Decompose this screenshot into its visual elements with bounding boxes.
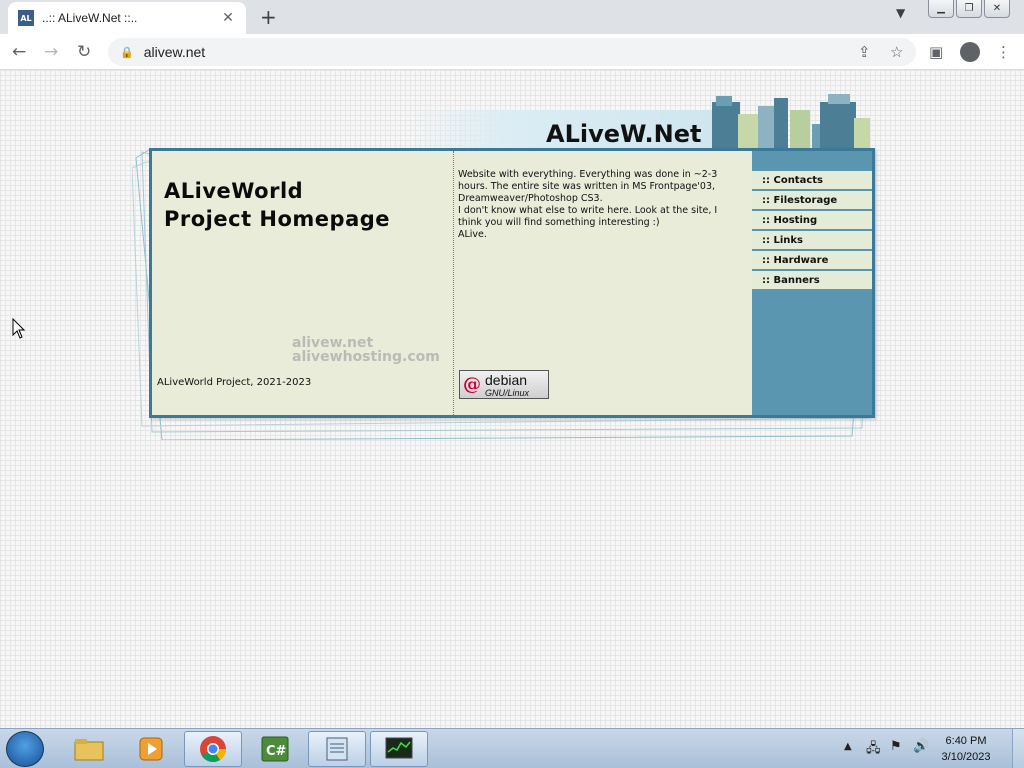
menu-item-filestorage[interactable]: :: Filestorage xyxy=(752,191,872,211)
menu-item-hardware[interactable]: :: Hardware xyxy=(752,251,872,271)
site-logo-title: ALiveW.Net xyxy=(546,120,702,148)
media-player-icon[interactable] xyxy=(122,731,180,767)
heading-line-2: Project Homepage xyxy=(164,207,391,231)
bookmark-star-icon[interactable]: ☆ xyxy=(890,38,903,66)
clock-time: 6:40 PM xyxy=(945,735,987,747)
explorer-folder-icon[interactable] xyxy=(60,731,118,767)
menu-item-contacts[interactable]: :: Contacts xyxy=(752,171,872,191)
clock-date: 3/10/2023 xyxy=(941,751,991,763)
debian-swirl-icon: @ xyxy=(463,374,481,395)
tab-title: ..:: ALiveW.Net ::.. xyxy=(42,11,138,25)
description-line: hours. The entire site was written in MS… xyxy=(458,181,716,192)
tray-expand-icon[interactable]: ▲ xyxy=(844,741,852,752)
svg-text:C#: C# xyxy=(266,744,287,759)
debian-text: debian GNU/Linux xyxy=(485,372,529,398)
description-line: Website with everything. Everything was … xyxy=(458,169,718,180)
action-center-flag-icon[interactable]: ⚑ xyxy=(890,739,902,754)
new-tab-button[interactable]: + xyxy=(260,5,277,29)
menu-item-banners[interactable]: :: Banners xyxy=(752,271,872,291)
site-favicon-icon: AL xyxy=(18,10,34,26)
description-column: Website with everything. Everything was … xyxy=(454,151,752,415)
nav-menu: :: Contacts :: Filestorage :: Hosting ::… xyxy=(752,171,872,291)
main-panel: ALiveWorld Project Homepage alivew.net a… xyxy=(149,148,875,418)
network-icon[interactable]: 🖧 xyxy=(866,739,881,761)
tab-search-chevron-icon[interactable]: ▼ xyxy=(896,6,905,20)
watermark-line-2: alivewhosting.com xyxy=(292,349,440,365)
menu-item-links[interactable]: :: Links xyxy=(752,231,872,251)
description-line: ALive. xyxy=(458,229,487,240)
copyright-text: ALiveWorld Project, 2021-2023 xyxy=(157,377,312,388)
profile-avatar-icon[interactable] xyxy=(960,42,980,62)
watermark-line-1: alivew.net xyxy=(292,335,374,351)
page-heading: ALiveWorld Project Homepage xyxy=(164,177,390,233)
window-controls: ▁ ❐ ✕ xyxy=(928,0,1010,18)
description-text: Website with everything. Everything was … xyxy=(458,169,744,241)
description-line: think you will find something interestin… xyxy=(458,217,660,228)
minimize-icon[interactable]: ▁ xyxy=(928,0,954,18)
notepad-icon[interactable] xyxy=(308,731,366,767)
city-skyline-icon xyxy=(712,94,870,152)
chrome-icon[interactable] xyxy=(184,731,242,767)
nav-sidebar: :: Contacts :: Filestorage :: Hosting ::… xyxy=(752,151,872,415)
start-button[interactable] xyxy=(6,731,44,767)
share-icon[interactable]: ⇪ xyxy=(858,38,871,66)
url-text[interactable]: alivew.net xyxy=(144,44,205,60)
system-clock[interactable]: 6:40 PM 3/10/2023 xyxy=(926,733,1006,765)
tab-bar: AL ..:: ALiveW.Net ::.. ✕ + ▼ ▁ ❐ ✕ xyxy=(0,0,1024,34)
csharp-ide-icon[interactable]: C# xyxy=(246,731,304,767)
intro-column: ALiveWorld Project Homepage alivew.net a… xyxy=(152,151,454,415)
forward-arrow-icon[interactable]: → xyxy=(44,42,58,62)
browser-toolbar: ← → ↻ 🔒 alivew.net ⇪ ☆ ▣ ⋮ xyxy=(0,34,1024,70)
restore-icon[interactable]: ❐ xyxy=(956,0,982,18)
browser-tab[interactable]: AL ..:: ALiveW.Net ::.. ✕ xyxy=(8,2,246,34)
lock-icon[interactable]: 🔒 xyxy=(120,46,134,59)
watermark: alivew.net alivewhosting.com xyxy=(292,336,440,364)
address-bar[interactable]: 🔒 alivew.net ⇪ ☆ xyxy=(108,38,916,66)
description-line: Dreamweaver/Photoshop CS3. xyxy=(458,193,603,204)
close-tab-icon[interactable]: ✕ xyxy=(220,10,236,26)
back-arrow-icon[interactable]: ← xyxy=(12,42,26,62)
menu-kebab-icon[interactable]: ⋮ xyxy=(996,43,1011,61)
debian-badge[interactable]: @ debian GNU/Linux xyxy=(459,370,549,399)
side-panel-icon[interactable]: ▣ xyxy=(929,43,943,61)
web-page: ALiveW.Net ALiveWorld Project Homepage a… xyxy=(0,70,1024,728)
heading-line-1: ALiveWorld xyxy=(164,179,304,203)
description-line: I don't know what else to write here. Lo… xyxy=(458,205,718,216)
taskbar: C# ▲ 🖧 ⚑ 🔊 6:40 PM 3/10/2023 xyxy=(0,728,1024,768)
task-manager-icon[interactable] xyxy=(370,731,428,767)
mouse-cursor-icon xyxy=(12,318,26,339)
menu-item-hosting[interactable]: :: Hosting xyxy=(752,211,872,231)
debian-label: debian xyxy=(485,371,528,388)
reload-icon[interactable]: ↻ xyxy=(77,42,91,62)
show-desktop-button[interactable] xyxy=(1012,729,1024,768)
window-close-icon[interactable]: ✕ xyxy=(984,0,1010,18)
gnu-linux-label: GNU/Linux xyxy=(485,387,530,398)
